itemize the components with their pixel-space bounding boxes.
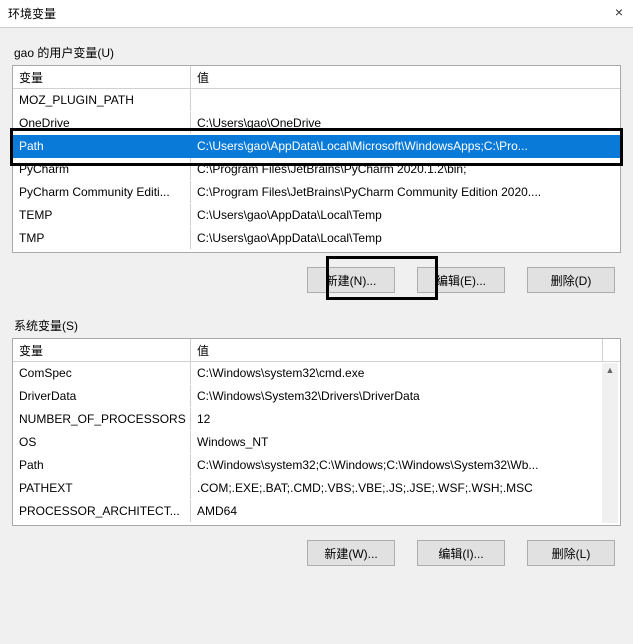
table-row[interactable]: MOZ_PLUGIN_PATH bbox=[13, 89, 620, 112]
user-variables-list[interactable]: 变量 值 MOZ_PLUGIN_PATH OneDrive C:\Users\g… bbox=[12, 65, 621, 253]
system-variables-list[interactable]: 变量 值 ComSpec C:\Windows\system32\cmd.exe… bbox=[12, 338, 621, 526]
var-value: AMD64 bbox=[191, 500, 603, 522]
edit-button[interactable]: 编辑(E)... bbox=[417, 267, 505, 293]
var-value: C:\Users\gao\AppData\Local\Microsoft\Win… bbox=[191, 135, 620, 157]
delete-button[interactable]: 删除(L) bbox=[527, 540, 615, 566]
table-row[interactable]: OneDrive C:\Users\gao\OneDrive bbox=[13, 112, 620, 135]
var-name: PATHEXT bbox=[13, 477, 191, 499]
table-row-selected[interactable]: Path C:\Users\gao\AppData\Local\Microsof… bbox=[13, 135, 620, 158]
system-variables-section: 系统变量(S) 变量 值 ComSpec C:\Windows\system32… bbox=[12, 317, 621, 582]
col-header-name[interactable]: 变量 bbox=[13, 339, 191, 361]
table-row[interactable]: DriverData C:\Windows\System32\Drivers\D… bbox=[13, 385, 603, 408]
system-list-body: ComSpec C:\Windows\system32\cmd.exe Driv… bbox=[13, 362, 603, 523]
var-name: OneDrive bbox=[13, 112, 191, 134]
table-row[interactable]: PyCharm C:\Program Files\JetBrains\PyCha… bbox=[13, 158, 620, 181]
var-value: Windows_NT bbox=[191, 431, 603, 453]
var-name: PyCharm Community Editi... bbox=[13, 181, 191, 203]
new-button[interactable]: 新建(N)... bbox=[307, 267, 395, 293]
system-button-row: 新建(W)... 编辑(I)... 删除(L) bbox=[12, 526, 621, 582]
var-name: MOZ_PLUGIN_PATH bbox=[13, 89, 191, 111]
var-name: Path bbox=[13, 454, 191, 476]
var-value: C:\Users\gao\AppData\Local\Temp bbox=[191, 204, 620, 226]
system-variables-label: 系统变量(S) bbox=[14, 317, 621, 334]
scroll-up-icon[interactable]: ▲ bbox=[602, 363, 618, 377]
table-row[interactable]: TEMP C:\Users\gao\AppData\Local\Temp bbox=[13, 204, 620, 227]
new-button[interactable]: 新建(W)... bbox=[307, 540, 395, 566]
var-value: C:\Users\gao\OneDrive bbox=[191, 112, 620, 134]
scrollbar[interactable]: ▲ bbox=[602, 363, 618, 523]
var-value: C:\Program Files\JetBrains\PyCharm Commu… bbox=[191, 181, 620, 203]
var-name: ComSpec bbox=[13, 362, 191, 384]
var-name: OS bbox=[13, 431, 191, 453]
var-value: C:\Windows\system32\cmd.exe bbox=[191, 362, 603, 384]
edit-button[interactable]: 编辑(I)... bbox=[417, 540, 505, 566]
close-icon[interactable]: × bbox=[615, 4, 623, 20]
var-value: C:\Users\gao\AppData\Local\Temp bbox=[191, 227, 620, 249]
table-row[interactable]: Path C:\Windows\system32;C:\Windows;C:\W… bbox=[13, 454, 603, 477]
var-name: Path bbox=[13, 135, 191, 157]
var-value bbox=[191, 89, 620, 111]
user-variables-label: gao 的用户变量(U) bbox=[14, 44, 621, 61]
table-row[interactable]: PATHEXT .COM;.EXE;.BAT;.CMD;.VBS;.VBE;.J… bbox=[13, 477, 603, 500]
title-bar: 环境变量 × bbox=[0, 0, 633, 28]
var-value: C:\Windows\system32;C:\Windows;C:\Window… bbox=[191, 454, 603, 476]
var-value: C:\Program Files\JetBrains\PyCharm 2020.… bbox=[191, 158, 620, 180]
table-row[interactable]: NUMBER_OF_PROCESSORS 12 bbox=[13, 408, 603, 431]
user-variables-section: gao 的用户变量(U) 变量 值 MOZ_PLUGIN_PATH OneDri… bbox=[12, 44, 621, 309]
var-name: NUMBER_OF_PROCESSORS bbox=[13, 408, 191, 430]
table-row[interactable]: PROCESSOR_ARCHITECT... AMD64 bbox=[13, 500, 603, 523]
var-name: PROCESSOR_ARCHITECT... bbox=[13, 500, 191, 522]
delete-button[interactable]: 删除(D) bbox=[527, 267, 615, 293]
table-row[interactable]: OS Windows_NT bbox=[13, 431, 603, 454]
col-header-value[interactable]: 值 bbox=[191, 339, 603, 361]
col-header-value[interactable]: 值 bbox=[191, 66, 620, 88]
user-button-row: 新建(N)... 编辑(E)... 删除(D) bbox=[12, 253, 621, 309]
dialog-content: gao 的用户变量(U) 变量 值 MOZ_PLUGIN_PATH OneDri… bbox=[0, 28, 633, 582]
window-title: 环境变量 bbox=[8, 5, 56, 22]
table-row[interactable]: TMP C:\Users\gao\AppData\Local\Temp bbox=[13, 227, 620, 250]
col-header-name[interactable]: 变量 bbox=[13, 66, 191, 88]
table-row[interactable]: PyCharm Community Editi... C:\Program Fi… bbox=[13, 181, 620, 204]
var-value: 12 bbox=[191, 408, 603, 430]
var-name: TMP bbox=[13, 227, 191, 249]
var-name: DriverData bbox=[13, 385, 191, 407]
list-header: 变量 值 bbox=[13, 339, 620, 362]
var-name: PyCharm bbox=[13, 158, 191, 180]
list-header: 变量 值 bbox=[13, 66, 620, 89]
table-row[interactable]: ComSpec C:\Windows\system32\cmd.exe bbox=[13, 362, 603, 385]
var-name: TEMP bbox=[13, 204, 191, 226]
var-value: .COM;.EXE;.BAT;.CMD;.VBS;.VBE;.JS;.JSE;.… bbox=[191, 477, 603, 499]
var-value: C:\Windows\System32\Drivers\DriverData bbox=[191, 385, 603, 407]
user-list-body: MOZ_PLUGIN_PATH OneDrive C:\Users\gao\On… bbox=[13, 89, 620, 250]
